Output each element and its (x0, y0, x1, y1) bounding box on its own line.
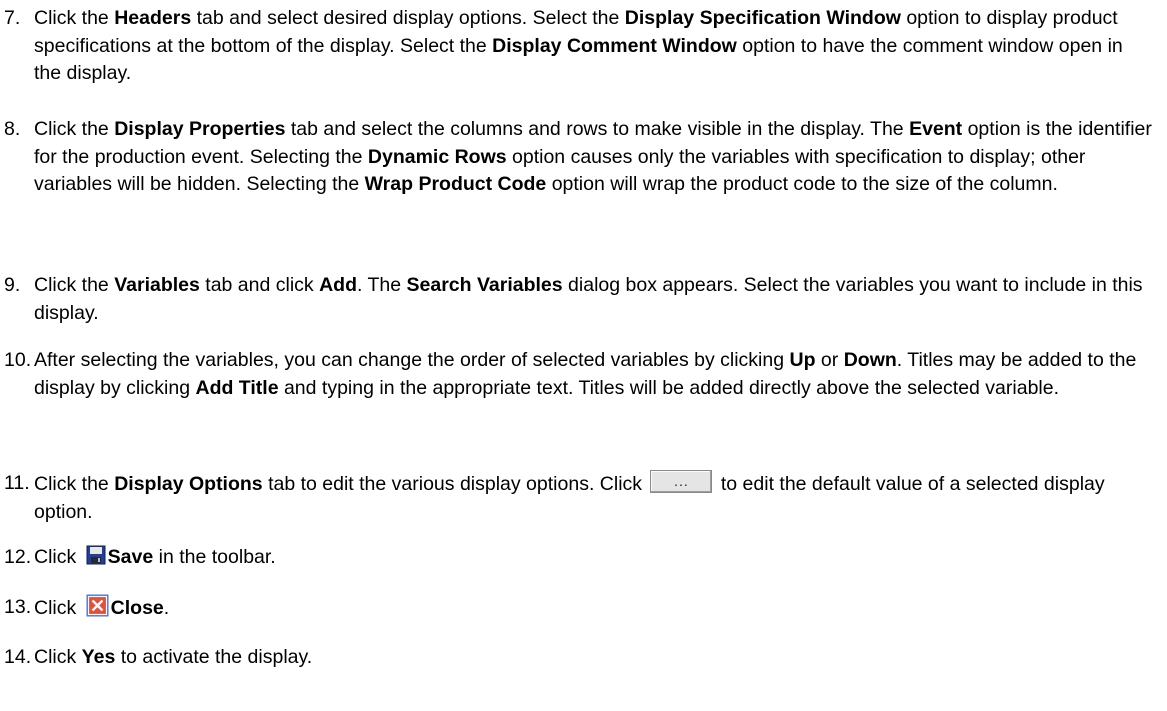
ellipsis-button: ... (650, 470, 713, 493)
ui-term: Display Options (114, 473, 263, 495)
step-11: 11. Click the Display Options tab to edi… (4, 470, 1154, 526)
step-number: 9. (4, 274, 21, 296)
step-number: 10. (4, 349, 32, 371)
step-number: 8. (4, 118, 21, 140)
step-number: 13. (4, 596, 32, 618)
step-text: Click Close. (34, 594, 1154, 623)
step-number: 7. (4, 7, 21, 29)
ui-term: Variables (114, 274, 200, 296)
step-text: Click the Display Properties tab and sel… (34, 118, 1152, 195)
step-text: Click Yes to activate the display. (34, 646, 313, 668)
step-12: 12. Click Save in the toolbar. (4, 544, 1154, 572)
step-10: 10. After selecting the variables, you c… (4, 347, 1154, 402)
ui-term: Display Comment Window (492, 34, 737, 57)
step-8: 8. Click the Display Properties tab and … (4, 116, 1154, 199)
save-floppy-icon (86, 545, 106, 565)
ui-term: Down (843, 349, 897, 371)
step-number: 11. (4, 472, 30, 494)
ui-term: Display Properties (114, 118, 286, 140)
step-text: Click the Variables tab and click Add. T… (34, 274, 1143, 324)
ui-term: Add Title (195, 376, 279, 399)
ui-term: Save (107, 546, 154, 568)
ui-term: Yes (81, 646, 116, 668)
ui-term: Close (110, 597, 164, 619)
step-text: Click Save in the toolbar. (34, 545, 276, 568)
ui-term: Wrap Product Code (364, 173, 547, 195)
step-text: Click the Headers tab and select desired… (34, 7, 1123, 84)
ui-term: Dynamic Rows (367, 145, 507, 168)
step-number: 14. (4, 646, 32, 668)
close-x-icon (86, 594, 109, 617)
ui-term: Display Specification Window (624, 7, 901, 29)
ui-term: Headers (114, 7, 192, 29)
ui-term: Search Variables (406, 274, 563, 296)
ui-term: Add (319, 274, 357, 296)
step-13: 13. Click Close. (4, 594, 1154, 623)
ui-term: Event (909, 118, 963, 140)
step-text: Click the Display Options tab to edit th… (34, 470, 1154, 526)
step-7: 7. Click the Headers tab and select desi… (4, 5, 1154, 88)
step-text: After selecting the variables, you can c… (34, 349, 1137, 399)
ui-term: Up (789, 349, 816, 371)
step-number: 12. (4, 546, 32, 568)
step-9: 9. Click the Variables tab and click Add… (4, 272, 1154, 327)
step-14: 14. Click Yes to activate the display. (4, 644, 1154, 672)
